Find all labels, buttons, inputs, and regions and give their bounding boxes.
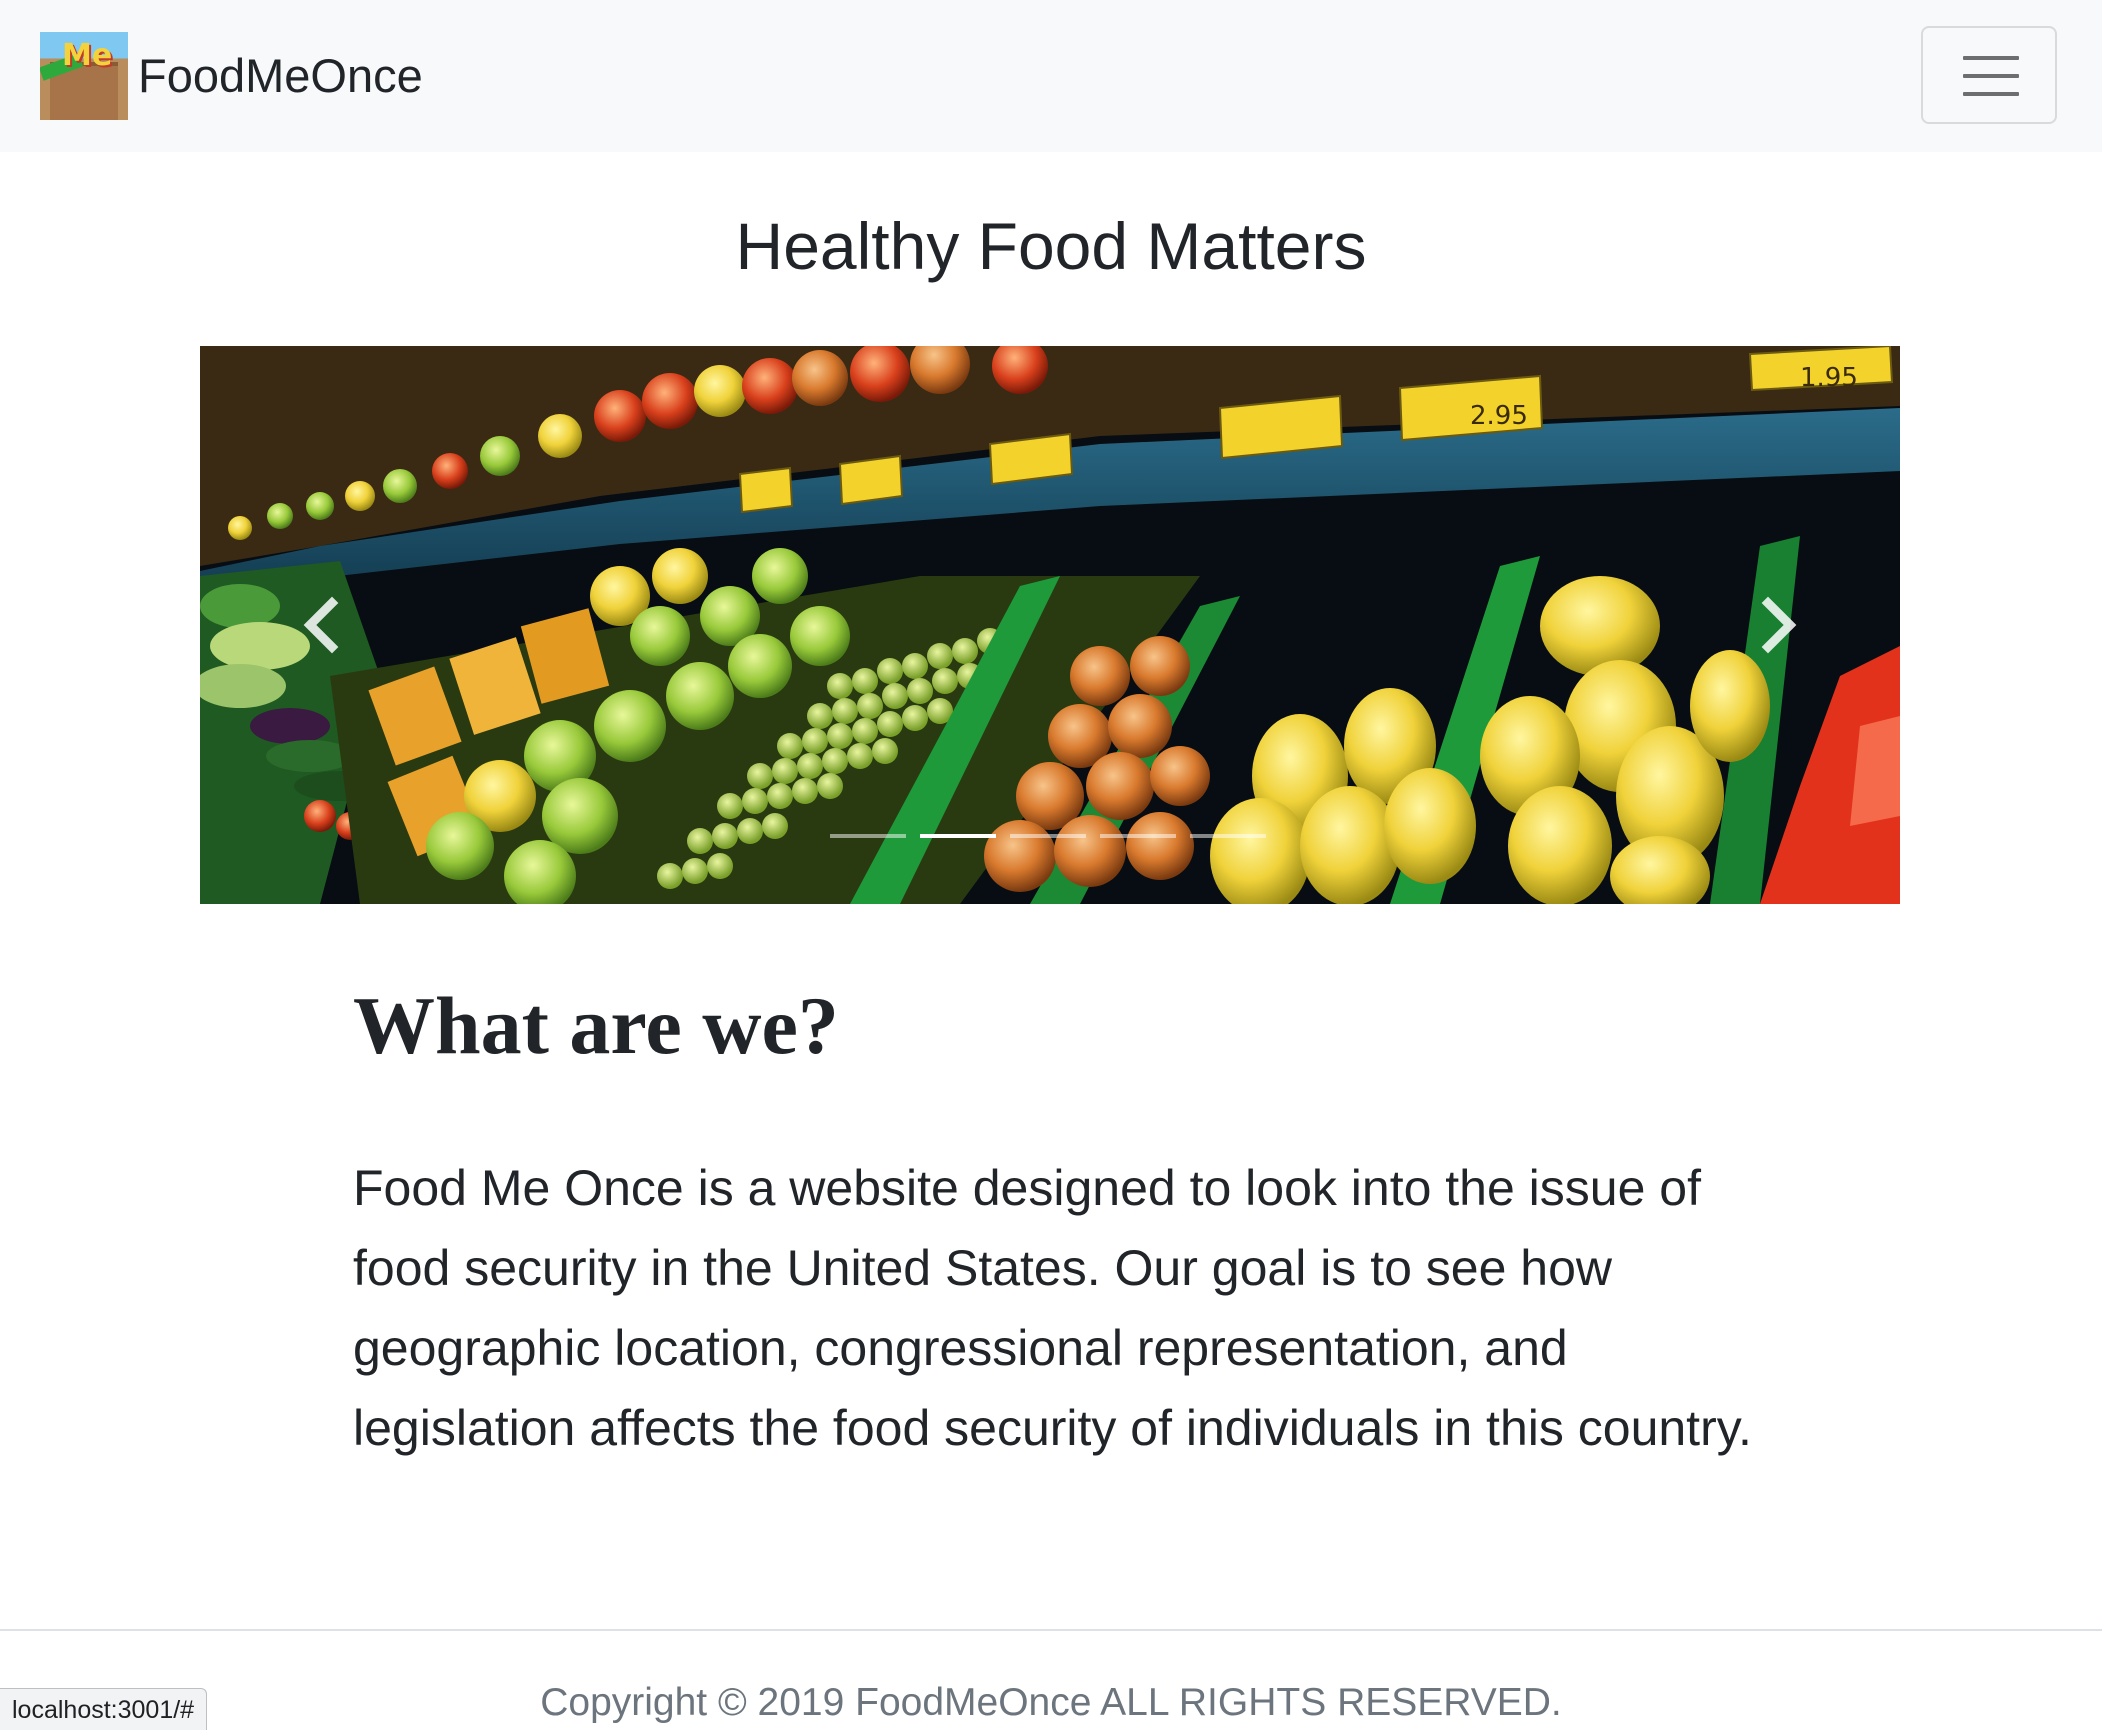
chevron-right-icon — [1761, 596, 1797, 654]
carousel-indicators — [830, 834, 1266, 838]
about-description: Food Me Once is a website designed to lo… — [353, 1160, 1752, 1456]
carousel-indicator[interactable] — [1100, 834, 1176, 838]
browser-status-url: localhost:3001/# — [0, 1688, 208, 1730]
foodmeonce-logo: Me — [40, 32, 128, 120]
navbar: Me FoodMeOnce — [0, 0, 2102, 152]
chevron-left-icon — [303, 596, 339, 654]
svg-text:2.95: 2.95 — [1470, 401, 1528, 431]
page-title: Healthy Food Matters — [735, 209, 1367, 283]
footer: Copyright © 2019 FoodMeOnce ALL RIGHTS R… — [0, 1629, 2102, 1732]
image-carousel: 2.95 1.95 — [200, 346, 1900, 904]
produce-aisle-image: 2.95 1.95 — [200, 346, 1900, 904]
carousel-indicator-active[interactable] — [920, 834, 996, 838]
brand-name: FoodMeOnce — [138, 49, 423, 102]
navbar-toggler-button[interactable] — [1921, 26, 2057, 124]
copyright-text: Copyright © 2019 FoodMeOnce ALL RIGHTS R… — [540, 1681, 1562, 1724]
carousel-indicator[interactable] — [1010, 834, 1086, 838]
about-heading: What are we? — [353, 980, 839, 1071]
navbar-brand[interactable]: Me FoodMeOnce — [40, 32, 423, 120]
carousel-indicator[interactable] — [1190, 834, 1266, 838]
carousel-next-button[interactable] — [1660, 346, 1900, 904]
carousel-indicator[interactable] — [830, 834, 906, 838]
carousel-prev-button[interactable] — [200, 346, 440, 904]
